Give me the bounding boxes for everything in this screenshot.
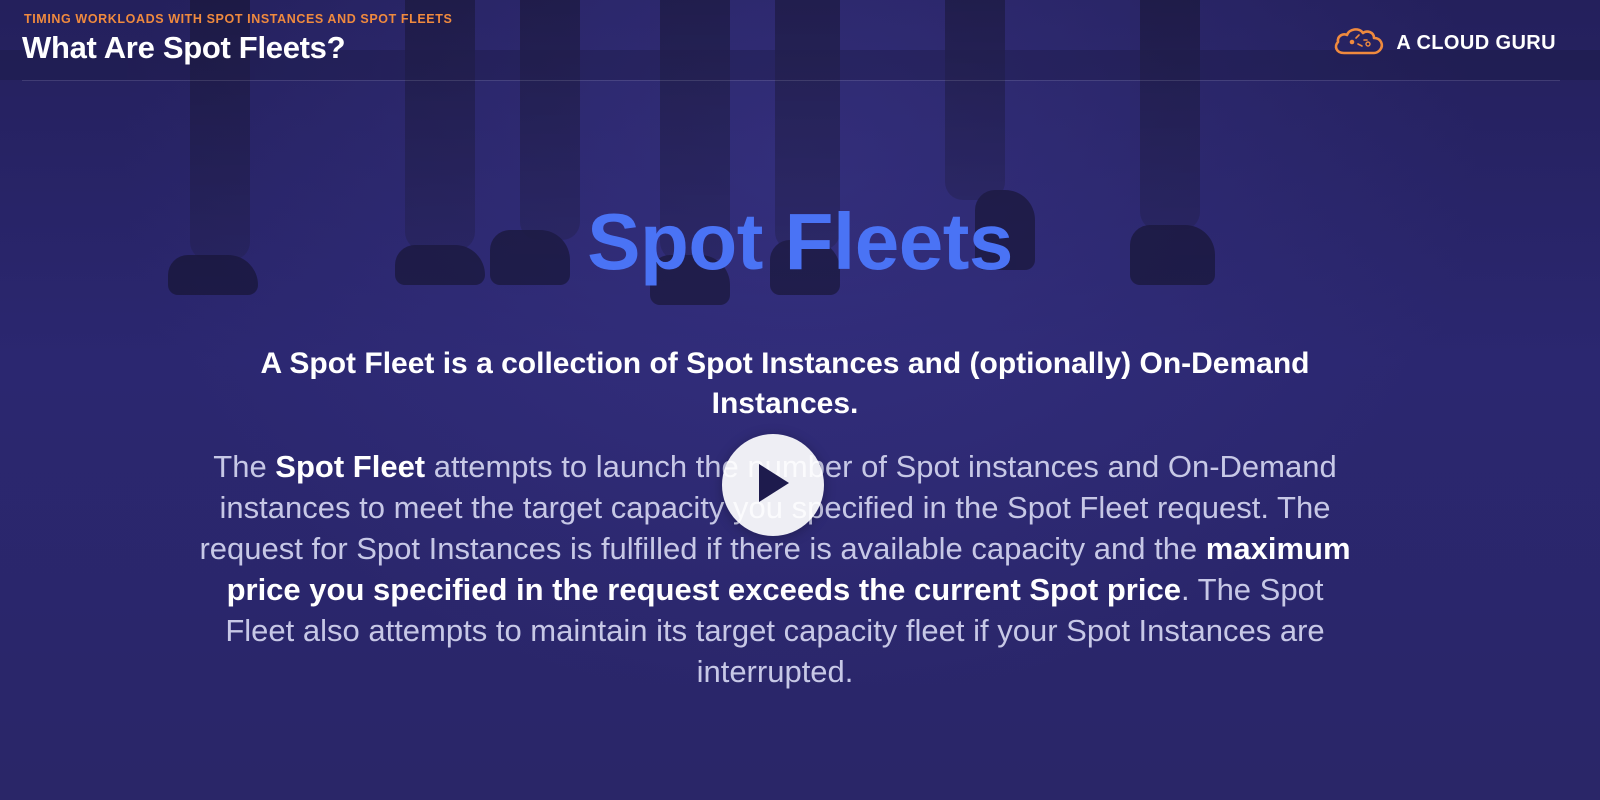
play-button[interactable]: [722, 434, 824, 536]
header-divider: [22, 80, 1560, 81]
section-kicker: TIMING WORKLOADS WITH SPOT INSTANCES AND…: [24, 12, 453, 26]
play-icon: [753, 461, 793, 510]
brand-logo: A CLOUD GURU: [1332, 26, 1556, 61]
body-text-segment: The: [213, 449, 276, 484]
body-text-emphasis: Spot Fleet: [275, 449, 426, 484]
slide-heading: Spot Fleets: [587, 197, 1013, 286]
slide: TIMING WORKLOADS WITH SPOT INSTANCES AND…: [0, 0, 1600, 800]
brand-name: A CLOUD GURU: [1396, 32, 1556, 54]
lead-statement: A Spot Fleet is a collection of Spot Ins…: [260, 347, 1310, 420]
cloud-logo-icon: [1332, 26, 1386, 61]
page-title: What Are Spot Fleets?: [22, 30, 346, 65]
